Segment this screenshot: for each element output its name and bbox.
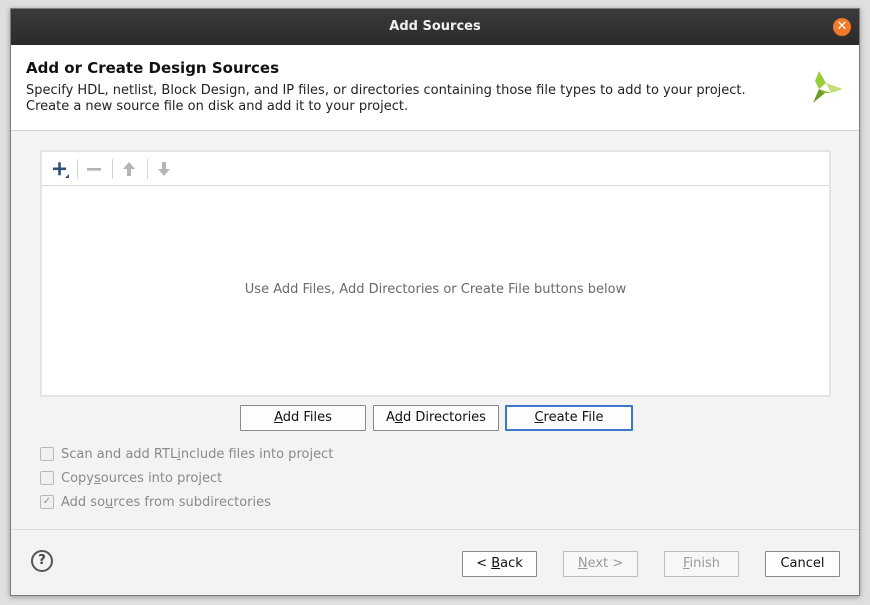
page-title: Add or Create Design Sources	[26, 59, 280, 77]
finish-button[interactable]: Finish	[664, 551, 739, 577]
add-sources-dialog: Add Sources ✕ Add or Create Design Sourc…	[10, 8, 860, 596]
help-icon[interactable]: ?	[31, 550, 53, 572]
move-down-icon[interactable]	[152, 158, 176, 180]
dialog-footer: ? < Back Next > Finish Cancel	[11, 529, 859, 595]
dialog-body: Use Add Files, Add Directories or Create…	[11, 131, 859, 529]
title-bar: Add Sources ✕	[11, 9, 859, 45]
list-toolbar	[42, 152, 829, 186]
copy-sources-option[interactable]: Copy s ources into project	[40, 469, 222, 487]
cancel-button[interactable]: Cancel	[765, 551, 840, 577]
remove-icon[interactable]	[82, 158, 106, 180]
empty-list-message: Use Add Files, Add Directories or Create…	[244, 282, 627, 297]
add-icon[interactable]	[48, 158, 72, 180]
page-description: Specify HDL, netlist, Block Design, and …	[26, 83, 746, 114]
back-button[interactable]: < Back	[462, 551, 537, 577]
window-title: Add Sources	[389, 19, 481, 34]
scan-rtl-include-checkbox[interactable]	[40, 447, 54, 461]
move-up-icon[interactable]	[117, 158, 141, 180]
close-icon[interactable]: ✕	[833, 18, 851, 36]
copy-sources-checkbox[interactable]	[40, 471, 54, 485]
create-file-button[interactable]: Create File	[505, 405, 633, 431]
add-subdirectories-option[interactable]: ✓ Add so u rces from subdirectories	[40, 493, 271, 511]
dialog-header: Add or Create Design Sources Specify HDL…	[11, 45, 859, 131]
add-subdirectories-checkbox[interactable]: ✓	[40, 495, 54, 509]
next-button[interactable]: Next >	[563, 551, 638, 577]
source-file-list[interactable]: Use Add Files, Add Directories or Create…	[40, 150, 831, 397]
vivado-logo-icon	[813, 71, 843, 103]
scan-rtl-include-option[interactable]: Scan and add RTL i nclude files into proj…	[40, 445, 333, 463]
add-files-button[interactable]: Add Files	[240, 405, 366, 431]
add-directories-button[interactable]: Add Directories	[373, 405, 499, 431]
